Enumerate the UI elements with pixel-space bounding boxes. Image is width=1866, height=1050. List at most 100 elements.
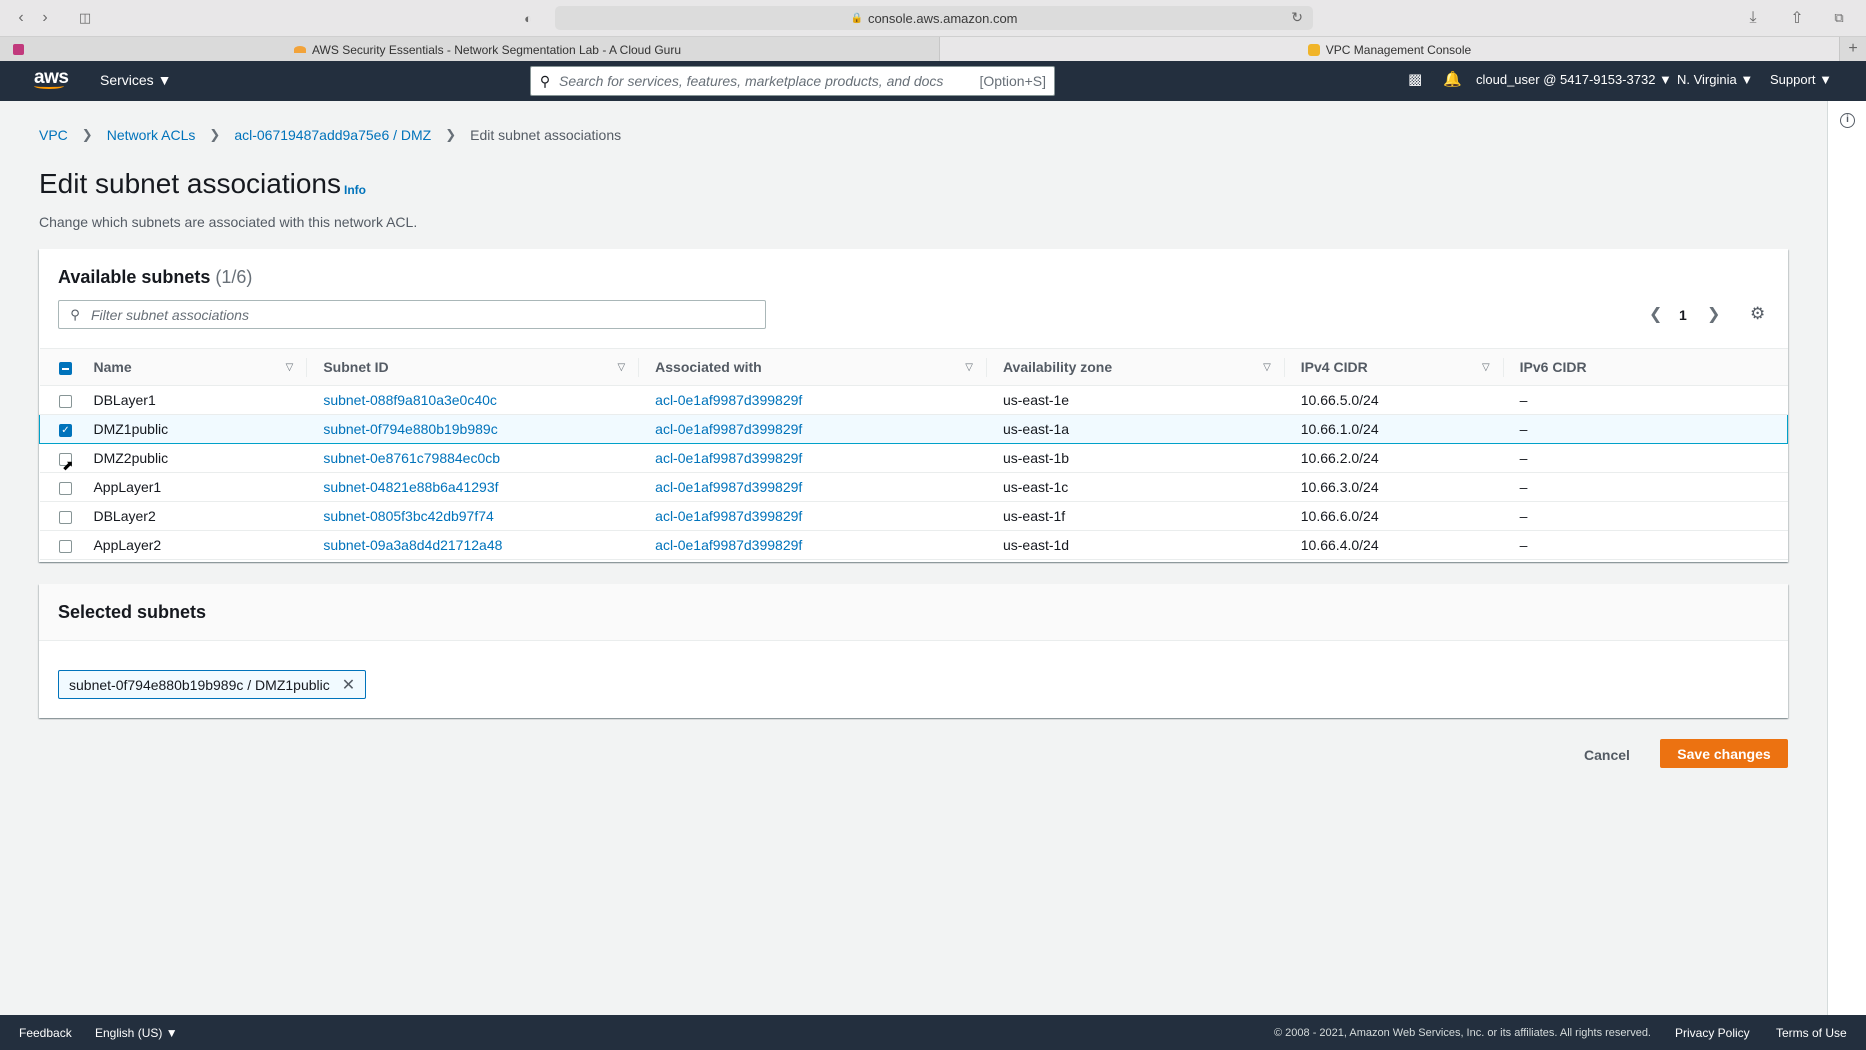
- cell-associated-with[interactable]: acl-0e1af9987d399829f: [639, 472, 987, 502]
- tab-acloudguru[interactable]: AWS Security Essentials - Network Segmen…: [36, 37, 940, 62]
- cell-associated-with[interactable]: acl-0e1af9987d399829f: [639, 414, 987, 444]
- cell-subnet-id[interactable]: subnet-0805f3bc42db97f74: [307, 501, 640, 531]
- checkbox-cell[interactable]: ✓: [39, 414, 94, 444]
- row-checkbox[interactable]: [58, 481, 72, 495]
- cell-ipv6-cidr: –: [1503, 385, 1788, 415]
- reload-icon[interactable]: ↻: [1291, 9, 1303, 26]
- selection-count: (1/6): [215, 267, 253, 287]
- cell-name: DBLayer1: [93, 385, 308, 415]
- page-number[interactable]: 1: [1679, 307, 1687, 323]
- terms-of-use-link[interactable]: Terms of Use: [1776, 1026, 1847, 1040]
- filter-input[interactable]: ⚲ Filter subnet associations: [58, 300, 766, 329]
- col-associated-with[interactable]: Associated with ▽: [639, 348, 987, 386]
- cell-subnet-id[interactable]: subnet-04821e88b6a41293f: [307, 472, 640, 502]
- col-ipv6-cidr[interactable]: IPv6 CIDR: [1503, 348, 1788, 386]
- services-menu[interactable]: Services ▼: [100, 72, 171, 88]
- cell-subnet-id[interactable]: subnet-088f9a810a3e0c40c: [307, 385, 640, 415]
- browser-toolbar: ‹ › ◫ ◐ 🔒 console.aws.amazon.com ↻ ⤓ ⇧ ⧉: [0, 0, 1866, 36]
- checkbox-cell[interactable]: [39, 472, 94, 502]
- forward-icon[interactable]: ›: [32, 6, 58, 30]
- cancel-button[interactable]: Cancel: [1572, 740, 1642, 769]
- available-subnets-panel: Available subnets (1/6) ⚲ Filter subnet …: [39, 249, 1788, 562]
- tab-vpc-console[interactable]: VPC Management Console: [940, 37, 1840, 62]
- selected-subnets-header: Selected subnets: [39, 584, 1788, 641]
- privacy-policy-link[interactable]: Privacy Policy: [1675, 1026, 1750, 1040]
- chevron-right-icon: ❯: [209, 127, 221, 142]
- close-icon[interactable]: ✕: [342, 675, 355, 695]
- checkbox-cell[interactable]: [39, 385, 94, 415]
- filter-placeholder: Filter subnet associations: [91, 306, 249, 323]
- checkbox-cell[interactable]: [39, 530, 94, 560]
- search-icon: ⚲: [70, 306, 80, 322]
- bell-icon[interactable]: 🔔: [1443, 70, 1462, 88]
- save-changes-button[interactable]: Save changes: [1660, 739, 1788, 768]
- support-menu[interactable]: Support ▼: [1770, 72, 1832, 87]
- select-all-checkbox[interactable]: [58, 361, 72, 375]
- cell-subnet-id[interactable]: subnet-0e8761c79884ec0cb: [307, 443, 640, 473]
- col-ipv4-cidr[interactable]: IPv4 CIDR ▽: [1284, 348, 1504, 386]
- prev-page-icon[interactable]: ❮: [1649, 304, 1662, 324]
- cell-associated-with[interactable]: acl-0e1af9987d399829f: [639, 443, 987, 473]
- tab-title: AWS Security Essentials - Network Segmen…: [311, 42, 682, 57]
- cell-associated-with[interactable]: acl-0e1af9987d399829f: [639, 385, 987, 415]
- share-icon[interactable]: ⇧: [1784, 6, 1810, 30]
- table-row[interactable]: ✓ DMZ1public subnet-0f794e880b19b989c acl-0…: [39, 414, 1788, 444]
- col-subnet-id[interactable]: Subnet ID ▽: [307, 348, 640, 386]
- page-title: Edit subnet associations: [39, 168, 341, 199]
- table-row[interactable]: DMZ2public subnet-0e8761c79884ec0cb acl-0e…: [39, 443, 1788, 473]
- cell-associated-with[interactable]: acl-0e1af9987d399829f: [639, 501, 987, 531]
- sort-icon[interactable]: ▽: [1263, 362, 1271, 373]
- row-checkbox[interactable]: [58, 539, 72, 553]
- breadcrumb-vpc[interactable]: VPC: [39, 127, 68, 143]
- download-icon[interactable]: ⤓: [1740, 6, 1766, 30]
- select-all-cell[interactable]: [39, 348, 94, 386]
- col-availability-zone[interactable]: Availability zone ▽: [986, 348, 1285, 386]
- info-icon[interactable]: i: [1840, 113, 1855, 128]
- url-bar[interactable]: 🔒 console.aws.amazon.com ↻: [555, 6, 1313, 30]
- vpc-icon: [1307, 43, 1320, 56]
- gear-icon[interactable]: ⚙: [1750, 304, 1765, 324]
- search-shortcut: [Option+S]: [979, 73, 1046, 89]
- next-page-icon[interactable]: ❯: [1707, 304, 1720, 324]
- selected-subnets-title: Selected subnets: [58, 602, 207, 622]
- sort-icon[interactable]: ▽: [617, 362, 625, 373]
- table-row[interactable]: DBLayer2 subnet-0805f3bc42db97f74 acl-0e1a…: [39, 501, 1788, 531]
- cell-subnet-id[interactable]: subnet-09a3a8d4d21712a48: [307, 530, 640, 560]
- language-selector[interactable]: English (US) ▼: [95, 1026, 178, 1040]
- sort-icon[interactable]: ▽: [965, 362, 973, 373]
- col-az-label: Availability zone: [1002, 359, 1113, 375]
- chevron-right-icon: ❯: [81, 127, 93, 142]
- table-row[interactable]: AppLayer1 subnet-04821e88b6a41293f acl-0e1…: [39, 472, 1788, 502]
- cell-associated-with[interactable]: acl-0e1af9987d399829f: [639, 530, 987, 560]
- row-checkbox[interactable]: [58, 510, 72, 524]
- checkbox-cell[interactable]: [39, 501, 94, 531]
- breadcrumb-acl[interactable]: acl-06719487add9a75e6 / DMZ: [234, 127, 431, 143]
- cell-subnet-id[interactable]: subnet-0f794e880b19b989c: [307, 414, 640, 444]
- col-name[interactable]: Name ▽: [93, 348, 308, 386]
- table-row[interactable]: DBLayer1 subnet-088f9a810a3e0c40c acl-0e1a…: [39, 385, 1788, 415]
- cell-name: DMZ2public: [93, 443, 308, 473]
- cell-ipv6-cidr: –: [1503, 472, 1788, 502]
- help-panel-rail: i: [1827, 101, 1866, 1015]
- breadcrumb-network-acls[interactable]: Network ACLs: [107, 127, 196, 143]
- new-tab-icon[interactable]: +: [1840, 37, 1866, 61]
- service-search[interactable]: ⚲ Search for services, features, marketp…: [530, 66, 1055, 96]
- aws-logo[interactable]: aws: [34, 67, 69, 89]
- slack-icon[interactable]: [0, 37, 36, 61]
- table-header-row: Name ▽ Subnet ID ▽ Associated with ▽ Availa…: [39, 348, 1788, 386]
- row-checkbox[interactable]: ✓: [59, 423, 72, 437]
- sort-icon[interactable]: ▽: [286, 362, 294, 373]
- back-icon[interactable]: ‹: [8, 6, 34, 30]
- feedback-link[interactable]: Feedback: [19, 1026, 72, 1040]
- cloudshell-icon[interactable]: ▩: [1408, 70, 1422, 88]
- info-link[interactable]: Info: [344, 183, 366, 197]
- selected-subnet-token: subnet-0f794e880b19b989c / DMZ1public ✕: [58, 670, 367, 699]
- table-row[interactable]: AppLayer2 subnet-09a3a8d4d21712a48 acl-0e1…: [39, 530, 1788, 560]
- region-menu[interactable]: N. Virginia ▼: [1677, 72, 1753, 87]
- account-menu[interactable]: cloud_user @ 5417-9153-3732 ▼: [1476, 72, 1672, 87]
- row-checkbox[interactable]: [58, 394, 72, 408]
- shield-icon[interactable]: ◐: [515, 6, 541, 30]
- tabs-overview-icon[interactable]: ⧉: [1826, 6, 1852, 30]
- sidebar-toggle-icon[interactable]: ◫: [72, 6, 98, 30]
- sort-icon[interactable]: ▽: [1482, 362, 1490, 373]
